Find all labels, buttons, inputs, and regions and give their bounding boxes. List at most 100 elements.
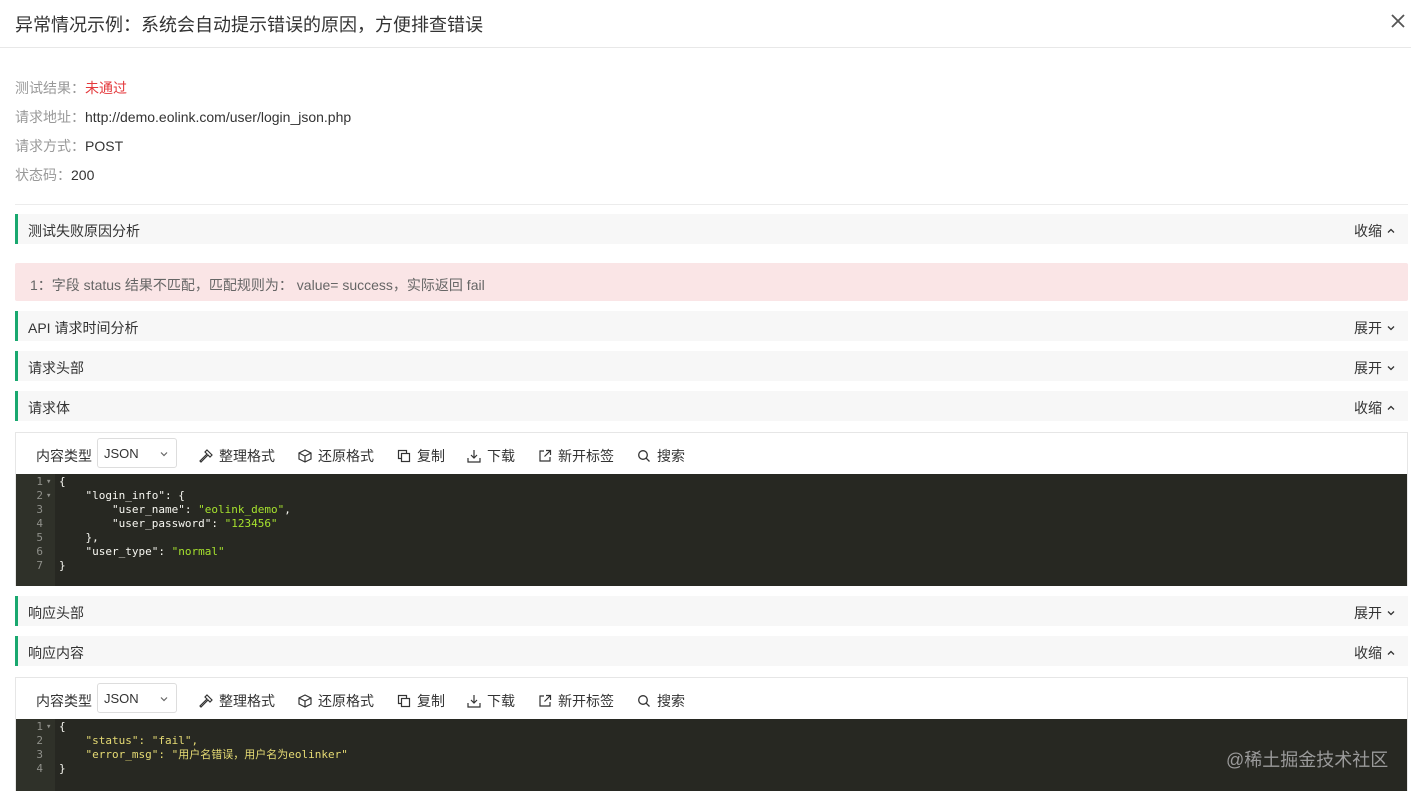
copy-label: 复制 xyxy=(417,448,445,464)
response-body-panel: 内容类型 JSON 整理格式 还原格式 复制 下载 新开标签 搜索 1 ▾ {… xyxy=(15,677,1408,791)
search-icon xyxy=(638,695,650,707)
download-button[interactable]: 下载 xyxy=(467,691,515,711)
editor-toolbar: 内容类型 JSON 整理格式 还原格式 复制 下载 新开标签 搜索 xyxy=(16,433,1407,474)
section-label: 响应内容 xyxy=(28,645,84,661)
chevron-up-icon xyxy=(1387,228,1395,233)
code-string: "normal" xyxy=(171,545,225,558)
code-line: 5 }, xyxy=(16,531,1407,545)
download-label: 下载 xyxy=(487,693,515,709)
chevron-down-icon xyxy=(1387,611,1395,616)
line-number: 2 xyxy=(36,489,43,502)
external-link-icon xyxy=(539,449,552,462)
collapse-toggle[interactable]: 收缩 xyxy=(1354,398,1396,418)
restore-format-button[interactable]: 还原格式 xyxy=(298,691,374,711)
line-number: 5 xyxy=(36,531,43,544)
response-code-editor[interactable]: 1 ▾ { 2 "status": "fail", 3 "error_msg": "… xyxy=(16,719,1407,791)
copy-button[interactable]: 复制 xyxy=(397,446,445,466)
chevron-up-icon xyxy=(1387,650,1395,655)
section-response-body[interactable]: 响应内容 收缩 xyxy=(15,636,1408,666)
code-line: 4 "user_password": "123456" xyxy=(16,517,1407,531)
status-code-label: 状态码： xyxy=(15,167,71,183)
section-failure-analysis[interactable]: 测试失败原因分析 收缩 xyxy=(15,214,1408,244)
failure-alert: 1：字段 status 结果不匹配，匹配规则为： value= success，… xyxy=(15,263,1408,301)
copy-icon xyxy=(397,694,411,708)
watermark: @稀土掘金技术社区 xyxy=(1226,750,1389,770)
code-line: 7} xyxy=(16,559,1407,573)
expand-toggle[interactable]: 展开 xyxy=(1354,358,1396,378)
expand-toggle[interactable]: 展开 xyxy=(1354,318,1396,338)
code-key: "user_type" xyxy=(85,545,159,558)
code-key: "login_info" xyxy=(85,489,165,502)
format-button[interactable]: 整理格式 xyxy=(199,446,275,466)
copy-label: 复制 xyxy=(417,693,445,709)
section-response-headers[interactable]: 响应头部 展开 xyxy=(15,596,1408,626)
code-string: "fail" xyxy=(151,734,192,747)
expand-toggle[interactable]: 展开 xyxy=(1354,603,1396,623)
restore-format-button[interactable]: 还原格式 xyxy=(298,446,374,466)
new-tab-button[interactable]: 新开标签 xyxy=(538,691,614,711)
search-button[interactable]: 搜索 xyxy=(637,691,685,711)
code-line: 1 ▾ { xyxy=(16,720,1407,734)
code-key: "status" xyxy=(85,734,139,747)
content-type-select[interactable]: JSON xyxy=(97,683,177,713)
copy-icon xyxy=(397,449,411,463)
code-text: }, xyxy=(85,531,99,544)
code-text: : { xyxy=(164,489,185,502)
external-link-icon xyxy=(539,694,552,707)
search-label: 搜索 xyxy=(657,693,685,709)
toggle-label: 展开 xyxy=(1354,360,1382,376)
new-tab-label: 新开标签 xyxy=(558,693,614,709)
line-number: 1 xyxy=(36,475,43,488)
toggle-label: 收缩 xyxy=(1354,223,1382,239)
fold-marker-icon[interactable]: ▾ xyxy=(46,475,51,489)
restore-format-label: 还原格式 xyxy=(318,448,374,464)
request-body-panel: 内容类型 JSON 整理格式 还原格式 复制 下载 新开标签 搜索 1 ▾ {… xyxy=(15,432,1408,586)
line-number: 2 xyxy=(36,734,43,747)
fold-marker-icon[interactable]: ▾ xyxy=(46,720,51,734)
request-code-editor[interactable]: 1 ▾ { 2 ▾ "login_info": { 3 "user_name": "e… xyxy=(16,474,1407,586)
code-key: "user_name" xyxy=(111,503,185,516)
request-method-row: 请求方式：POST xyxy=(15,137,123,155)
new-tab-button[interactable]: 新开标签 xyxy=(538,446,614,466)
line-number: 4 xyxy=(36,762,43,775)
download-label: 下载 xyxy=(487,448,515,464)
copy-button[interactable]: 复制 xyxy=(397,691,445,711)
section-api-timing[interactable]: API 请求时间分析 展开 xyxy=(15,311,1408,341)
chevron-down-icon xyxy=(160,697,168,702)
section-label: 请求体 xyxy=(28,400,70,416)
line-number: 6 xyxy=(36,545,43,558)
fold-marker-icon[interactable]: ▾ xyxy=(46,489,51,503)
content-type-select[interactable]: JSON xyxy=(97,438,177,468)
download-icon xyxy=(467,450,481,463)
test-result-value: 未通过 xyxy=(85,80,127,96)
editor-toolbar: 内容类型 JSON 整理格式 还原格式 复制 下载 新开标签 搜索 xyxy=(16,678,1407,719)
code-line: 2 "status": "fail", xyxy=(16,734,1407,748)
request-url-label: 请求地址： xyxy=(15,109,85,125)
code-line: 1 ▾ { xyxy=(16,475,1407,489)
code-string: "eolink_demo" xyxy=(198,503,285,516)
section-request-body[interactable]: 请求体 收缩 xyxy=(15,391,1408,421)
collapse-toggle[interactable]: 收缩 xyxy=(1354,221,1396,241)
search-button[interactable]: 搜索 xyxy=(637,446,685,466)
format-button[interactable]: 整理格式 xyxy=(199,691,275,711)
code-key: "error_msg" xyxy=(85,748,159,761)
code-line: 6 "user_type": "normal" xyxy=(16,545,1407,559)
cube-icon xyxy=(298,694,312,708)
search-label: 搜索 xyxy=(657,448,685,464)
code-text: { xyxy=(59,720,66,733)
request-method-value: POST xyxy=(85,138,124,154)
code-string: "123456" xyxy=(224,517,278,530)
collapse-toggle[interactable]: 收缩 xyxy=(1354,643,1396,663)
section-request-headers[interactable]: 请求头部 展开 xyxy=(15,351,1408,381)
download-button[interactable]: 下载 xyxy=(467,446,515,466)
line-number: 3 xyxy=(36,748,43,761)
test-result-label: 测试结果： xyxy=(15,80,85,96)
code-line: 4} xyxy=(16,762,1407,776)
content-type-label: 内容类型 xyxy=(36,693,92,709)
chevron-down-icon xyxy=(1387,366,1395,371)
line-number: 1 xyxy=(36,720,43,733)
test-result-row: 测试结果：未通过 xyxy=(15,79,127,97)
code-key: "user_password" xyxy=(111,517,212,530)
close-icon[interactable] xyxy=(1389,12,1407,30)
hammer-icon xyxy=(199,694,213,708)
